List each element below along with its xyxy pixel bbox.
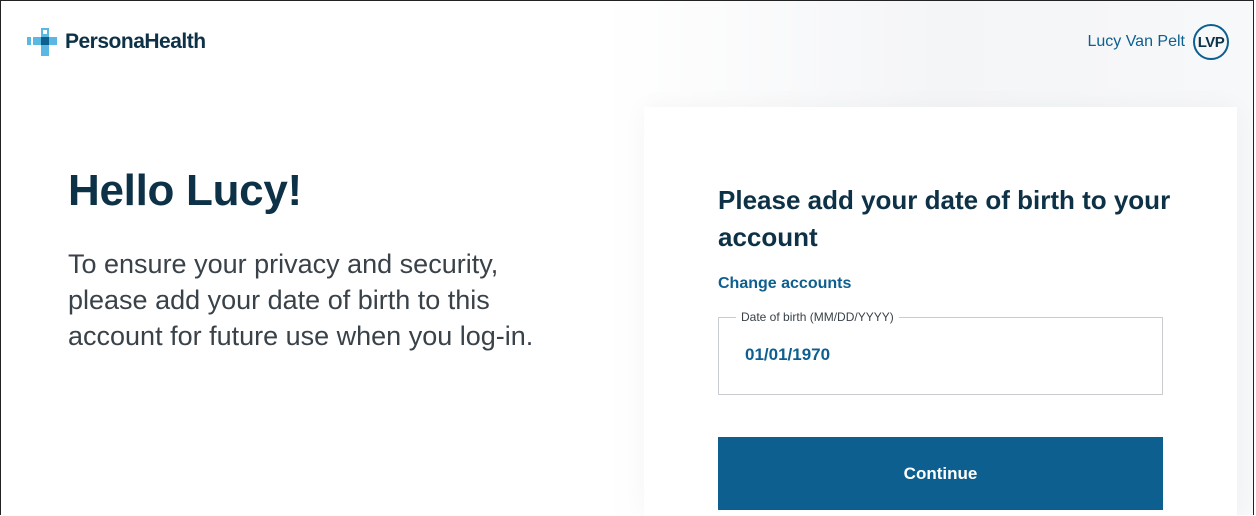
top-bar: PersonaHealth Lucy Van Pelt LVP bbox=[1, 1, 1255, 81]
dob-label: Date of birth (MM/DD/YYYY) bbox=[736, 309, 899, 325]
greeting-body: To ensure your privacy and security, ple… bbox=[68, 249, 534, 351]
dob-card: Please add your date of birth to your ac… bbox=[644, 107, 1237, 516]
brand-name: PersonaHealth bbox=[65, 30, 206, 53]
greeting-title: Hello Lucy! bbox=[68, 166, 302, 215]
continue-button[interactable]: Continue bbox=[718, 437, 1163, 510]
app-window: PersonaHealth Lucy Van Pelt LVP Hello Lu… bbox=[0, 0, 1255, 516]
card-title: Please add your date of birth to your ac… bbox=[718, 185, 1171, 252]
dob-field[interactable]: Date of birth (MM/DD/YYYY) bbox=[718, 309, 1163, 395]
change-accounts-link[interactable]: Change accounts bbox=[718, 275, 851, 293]
avatar[interactable]: LVP bbox=[1193, 24, 1229, 60]
greeting-section: Hello Lucy! To ensure your privacy and s… bbox=[68, 164, 538, 354]
user-name: Lucy Van Pelt bbox=[1087, 33, 1185, 50]
brand-logo[interactable]: PersonaHealth bbox=[27, 25, 206, 59]
dob-input[interactable] bbox=[745, 342, 1125, 368]
user-menu[interactable]: Lucy Van Pelt LVP bbox=[1087, 24, 1229, 60]
plus-cross-logo-icon bbox=[27, 28, 57, 56]
